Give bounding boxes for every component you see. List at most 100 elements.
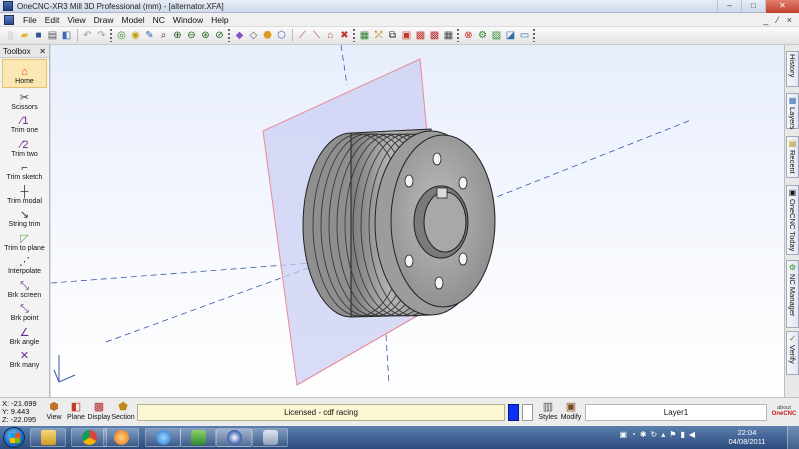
tool-trim-to-plane[interactable]: ◸ Trim to plane	[0, 230, 49, 254]
show-desktop-button[interactable]	[787, 426, 799, 449]
secondary-color-swatch[interactable]	[522, 404, 533, 421]
shaded-view-icon[interactable]: ◆	[233, 29, 246, 42]
pencil-icon[interactable]: ✎	[143, 29, 156, 42]
tool-scissors[interactable]: ✂ Scissors	[0, 89, 49, 113]
snap-icon[interactable]: ◎	[115, 29, 128, 42]
taskbar-onecnc[interactable]	[216, 428, 252, 447]
maximize-button[interactable]: □	[741, 0, 765, 13]
menu-file[interactable]: File	[19, 15, 41, 25]
pulley-model[interactable]	[302, 128, 496, 318]
tool-trim-one[interactable]: ⁄1 Trim one	[0, 113, 49, 137]
window-layout-icon[interactable]: ▭	[518, 29, 531, 42]
zoom-out-icon[interactable]: ⊖	[185, 29, 198, 42]
tab-onecnc-today[interactable]: ▣ OneCNC Today	[786, 185, 799, 255]
taskbar-tools[interactable]	[252, 428, 288, 447]
mirror-icon[interactable]: ⧉	[386, 29, 399, 42]
open-folder-icon[interactable]: ▰	[18, 29, 31, 42]
close-button[interactable]: ✕	[765, 0, 799, 13]
undo-icon[interactable]: ↶	[81, 29, 94, 42]
transform-icon[interactable]: ⤱	[372, 29, 385, 42]
redo-icon[interactable]: ↷	[95, 29, 108, 42]
tray-update-icon[interactable]: ↻	[651, 430, 658, 439]
tray-network-icon[interactable]: ◔	[631, 430, 636, 439]
grid-icon[interactable]: ▦	[442, 29, 455, 42]
tab-verify[interactable]: ✓ Verify	[786, 331, 799, 375]
tab-recent[interactable]: ▤ Recent	[786, 136, 799, 178]
tool-string-trim[interactable]: ↘ String trim	[0, 207, 49, 231]
tool-home[interactable]: ⌂ Home	[2, 59, 47, 88]
zoom-window-icon[interactable]: ⌕	[157, 29, 170, 42]
zoom-in-icon[interactable]: ⊕	[171, 29, 184, 42]
zoom-all-icon[interactable]: ⊛	[199, 29, 212, 42]
tray-expand-icon[interactable]: ▴	[661, 430, 665, 439]
tab-history[interactable]: History	[786, 51, 799, 87]
grid-multi-icon[interactable]: ▩	[428, 29, 441, 42]
tool-brk-angle[interactable]: ∠ Brk angle	[0, 324, 49, 348]
taskbar-media-player[interactable]	[103, 428, 139, 447]
layer-selector[interactable]: Layer1	[585, 404, 767, 421]
menu-model[interactable]: Model	[117, 15, 148, 25]
display-button[interactable]: ▩ Display	[88, 400, 111, 425]
toolbar-grip[interactable]	[110, 29, 112, 42]
tray-signal-icon[interactable]: ▮	[680, 430, 684, 439]
select-icon[interactable]: ◉	[129, 29, 142, 42]
solid-view-icon[interactable]: ⬣	[261, 29, 274, 42]
tool-brk-many[interactable]: ✕ Brk many	[0, 348, 49, 372]
about-onecnc-link[interactable]: about OneCNC	[770, 405, 798, 417]
tool-interpolate[interactable]: ⋰ Interpolate	[0, 254, 49, 278]
new-file-icon[interactable]: ▯	[4, 29, 17, 42]
taskbar-internet-explorer[interactable]	[145, 428, 181, 447]
hatch-icon[interactable]: ▨	[490, 29, 503, 42]
minimize-button[interactable]: –	[717, 0, 741, 13]
toolbar-grip[interactable]	[533, 29, 535, 42]
menu-help[interactable]: Help	[207, 15, 232, 25]
taskbar-explorer[interactable]	[30, 428, 66, 447]
color-icon[interactable]: ▣	[400, 29, 413, 42]
verify-tool-icon[interactable]: ◪	[504, 29, 517, 42]
menu-draw[interactable]: Draw	[90, 15, 118, 25]
document-icon[interactable]	[4, 14, 14, 25]
zoom-previous-icon[interactable]: ⊘	[213, 29, 226, 42]
menu-nc[interactable]: NC	[149, 15, 169, 25]
grid-red-icon[interactable]: ▩	[414, 29, 427, 42]
view-button[interactable]: ⬢ View	[43, 400, 65, 425]
tray-app-icon[interactable]: ▣	[619, 430, 627, 439]
tool-trim-two[interactable]: ⁄2 Trim two	[0, 136, 49, 160]
toolbar-grip[interactable]	[353, 29, 355, 42]
menu-view[interactable]: View	[63, 15, 89, 25]
print-icon[interactable]: ▤	[46, 29, 59, 42]
import-icon[interactable]: ◧	[60, 29, 73, 42]
3d-viewport[interactable]	[51, 45, 784, 397]
tray-volume-icon[interactable]: ◀	[689, 430, 695, 439]
tool-trim-modal[interactable]: ┼ Trim modal	[0, 183, 49, 207]
modify-button[interactable]: ▣ Modify	[560, 400, 582, 425]
tab-nc-manager[interactable]: ⚙ NC Manager	[786, 260, 799, 328]
tray-flag-icon[interactable]: ⚑	[669, 430, 676, 439]
stop-icon[interactable]: ⊗	[462, 29, 475, 42]
toolbox-close-icon[interactable]: ✕	[39, 47, 46, 56]
tray-bluetooth-icon[interactable]: ✱	[640, 430, 647, 439]
menu-window[interactable]: Window	[169, 15, 207, 25]
settings-icon[interactable]: ⚙	[476, 29, 489, 42]
measure-icon[interactable]: ⟋	[296, 29, 309, 42]
save-icon[interactable]: ■	[32, 29, 45, 42]
tool-brk-screen[interactable]: ⤡ Brk screen	[0, 277, 49, 301]
plane-button[interactable]: ◧ Plane	[65, 400, 87, 425]
toolbar-grip[interactable]	[228, 29, 230, 42]
styles-button[interactable]: ▥ Styles	[537, 400, 559, 425]
tool-brk-point[interactable]: ⤡ Brk point	[0, 301, 49, 325]
document-window-controls[interactable]: _ ⁄ ×	[763, 13, 795, 27]
delete-icon[interactable]: ✖	[338, 29, 351, 42]
wireframe-view-icon[interactable]: ◇	[247, 29, 260, 42]
section-button[interactable]: ⬟ Section	[111, 400, 134, 425]
render-view-icon[interactable]: ⬡	[275, 29, 288, 42]
tab-layers[interactable]: ▦ Layers	[786, 93, 799, 130]
current-color-swatch[interactable]	[508, 404, 519, 421]
taskbar-games[interactable]	[180, 428, 216, 447]
start-button[interactable]	[3, 427, 25, 448]
trim-icon[interactable]: ⟍	[310, 29, 323, 42]
menu-edit[interactable]: Edit	[41, 15, 64, 25]
taskbar-clock[interactable]: 22:04 04/08/2011	[725, 428, 769, 446]
toolbar-grip[interactable]	[457, 29, 459, 42]
tool-trim-sketch[interactable]: ⌐ Trim sketch	[0, 160, 49, 184]
